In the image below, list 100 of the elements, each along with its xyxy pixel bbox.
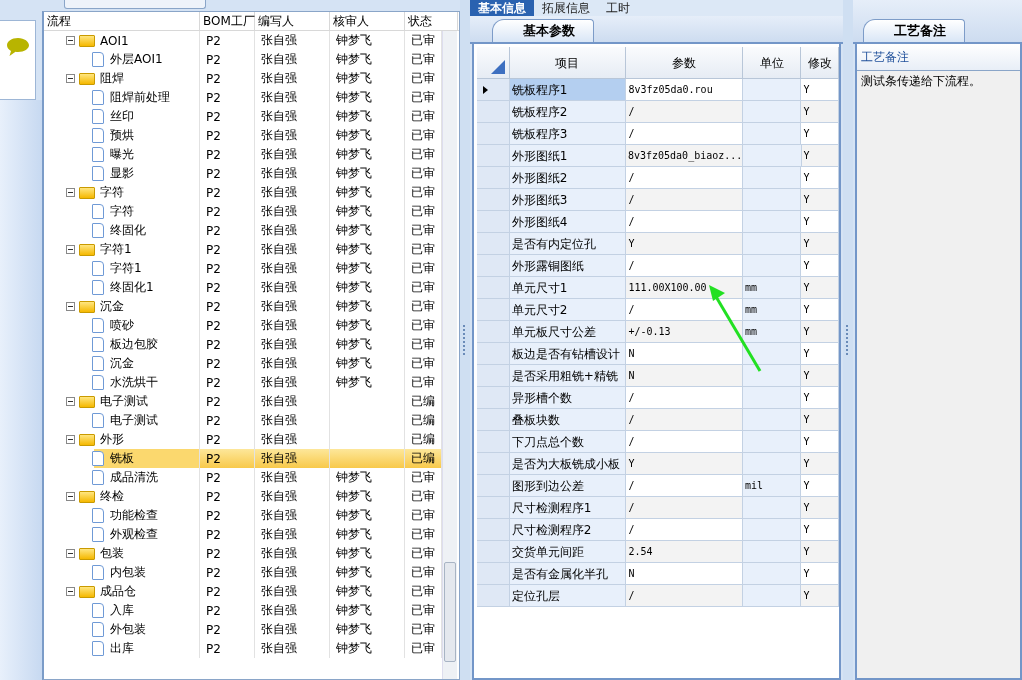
tree-node-label[interactable]: 电子测试: [100, 393, 148, 410]
column-header[interactable]: 项目: [509, 47, 627, 79]
tree-node-label[interactable]: 字符: [100, 184, 124, 201]
grid-row[interactable]: 异形槽个数 / Y: [477, 387, 839, 409]
collapse-icon[interactable]: [66, 36, 75, 45]
tree-node-label[interactable]: 沉金: [110, 355, 134, 372]
tree-row[interactable]: 电子测试 P2 张自强 已编: [44, 392, 442, 411]
collapse-icon[interactable]: [66, 492, 75, 501]
tree-row[interactable]: 内包装 P2 张自强 钟梦飞 已审: [44, 563, 442, 582]
collapse-icon[interactable]: [66, 188, 75, 197]
tree-row[interactable]: 包装 P2 张自强 钟梦飞 已审: [44, 544, 442, 563]
tree-row[interactable]: 字符1 P2 张自强 钟梦飞 已审: [44, 259, 442, 278]
splitter-handle[interactable]: [462, 325, 468, 355]
tree-row[interactable]: 出库 P2 张自强 钟梦飞 已审: [44, 639, 442, 658]
tree-node-label[interactable]: 成品清洗: [110, 469, 158, 486]
tree-node-label[interactable]: 内包装: [110, 564, 146, 581]
tree-node-label[interactable]: AOI1: [100, 33, 129, 48]
collapse-icon[interactable]: [66, 435, 75, 444]
tree-node-label[interactable]: 成品仓: [100, 583, 136, 600]
scrollbar-thumb[interactable]: [444, 562, 456, 662]
tree-row[interactable]: 外层AOI1 P2 张自强 钟梦飞 已审: [44, 50, 442, 69]
grid-row[interactable]: 尺寸检测程序2 / Y: [477, 519, 839, 541]
tree-node-label[interactable]: 外包装: [110, 621, 146, 638]
collapse-icon[interactable]: [66, 74, 75, 83]
grid-row[interactable]: 铣板程序3 / Y: [477, 123, 839, 145]
column-header[interactable]: 编写人: [255, 12, 330, 30]
tree-row[interactable]: 沉金 P2 张自强 钟梦飞 已审: [44, 354, 442, 373]
tree-row[interactable]: 沉金 P2 张自强 钟梦飞 已审: [44, 297, 442, 316]
tree-node-label[interactable]: 字符: [110, 203, 134, 220]
tree-row[interactable]: 喷砂 P2 张自强 钟梦飞 已审: [44, 316, 442, 335]
tree-row[interactable]: 字符 P2 张自强 钟梦飞 已审: [44, 202, 442, 221]
grid-row[interactable]: 外形图纸1 8v3fz05da0_biaoz... Y: [477, 145, 839, 167]
tree-row[interactable]: 阻焊 P2 张自强 钟梦飞 已审: [44, 69, 442, 88]
column-header[interactable]: 参数: [626, 47, 744, 79]
tree-row[interactable]: 功能检查 P2 张自强 钟梦飞 已审: [44, 506, 442, 525]
collapse-icon[interactable]: [66, 302, 75, 311]
tree-node-label[interactable]: 字符1: [110, 260, 142, 277]
tree-row[interactable]: 板边包胶 P2 张自强 钟梦飞 已审: [44, 335, 442, 354]
tab[interactable]: 基本信息: [470, 0, 534, 16]
chat-icon[interactable]: [5, 37, 30, 57]
tree-node-label[interactable]: 曝光: [110, 146, 134, 163]
tree-node-label[interactable]: 外形: [100, 431, 124, 448]
grid-row[interactable]: 外形图纸4 / Y: [477, 211, 839, 233]
tree-node-label[interactable]: 终固化1: [110, 279, 154, 296]
grid-row[interactable]: 是否为大板铣成小板 Y Y: [477, 453, 839, 475]
grid-row[interactable]: 下刀点总个数 / Y: [477, 431, 839, 453]
tree-node-label[interactable]: 丝印: [110, 108, 134, 125]
column-header[interactable]: 流程: [44, 12, 200, 30]
row-header[interactable]: [477, 79, 510, 101]
collapse-icon[interactable]: [66, 245, 75, 254]
tree-row[interactable]: 水洗烘干 P2 张自强 钟梦飞 已审: [44, 373, 442, 392]
tree-node-label[interactable]: 沉金: [100, 298, 124, 315]
tree-node-label[interactable]: 外观检查: [110, 526, 158, 543]
grid-row[interactable]: 外形图纸2 / Y: [477, 167, 839, 189]
tree-node-label[interactable]: 阻焊: [100, 70, 124, 87]
tree-row[interactable]: 预烘 P2 张自强 钟梦飞 已审: [44, 126, 442, 145]
grid-row[interactable]: 铣板程序1 8v3fz05da0.rou Y: [477, 79, 839, 101]
tree-row[interactable]: 外包装 P2 张自强 钟梦飞 已审: [44, 620, 442, 639]
collapse-icon[interactable]: [66, 587, 75, 596]
scrollbar[interactable]: [442, 31, 457, 679]
grid-row[interactable]: 交货单元间距 2.54 Y: [477, 541, 839, 563]
grid-row[interactable]: 外形露铜图纸 / Y: [477, 255, 839, 277]
tree-row[interactable]: 曝光 P2 张自强 钟梦飞 已审: [44, 145, 442, 164]
tab[interactable]: 工时: [598, 0, 638, 16]
tree-node-label[interactable]: 终检: [100, 488, 124, 505]
grid-row[interactable]: 尺寸检测程序1 / Y: [477, 497, 839, 519]
tree-row[interactable]: 字符1 P2 张自强 钟梦飞 已审: [44, 240, 442, 259]
column-header[interactable]: 单位: [743, 47, 802, 79]
tree-row[interactable]: 终检 P2 张自强 钟梦飞 已审: [44, 487, 442, 506]
grid-row[interactable]: 定位孔层 / Y: [477, 585, 839, 607]
column-header[interactable]: 状态: [405, 12, 458, 30]
column-header[interactable]: 修改: [801, 47, 839, 79]
tree-row[interactable]: 丝印 P2 张自强 钟梦飞 已审: [44, 107, 442, 126]
grid-row[interactable]: 铣板程序2 / Y: [477, 101, 839, 123]
grid-row[interactable]: 叠板块数 / Y: [477, 409, 839, 431]
collapse-icon[interactable]: [66, 549, 75, 558]
tree-row[interactable]: 外观检查 P2 张自强 钟梦飞 已审: [44, 525, 442, 544]
tree-row[interactable]: 终固化1 P2 张自强 钟梦飞 已审: [44, 278, 442, 297]
tree-node-label[interactable]: 显影: [110, 165, 134, 182]
grid-row[interactable]: 是否有内定位孔 Y Y: [477, 233, 839, 255]
tree-row[interactable]: 显影 P2 张自强 钟梦飞 已审: [44, 164, 442, 183]
splitter-handle[interactable]: [845, 325, 851, 355]
section-tab[interactable]: 基本参数: [492, 19, 594, 42]
tree-node-label[interactable]: 终固化: [110, 222, 146, 239]
tree-node-label[interactable]: 阻焊前处理: [110, 89, 170, 106]
tree-row[interactable]: 成品清洗 P2 张自强 钟梦飞 已审: [44, 468, 442, 487]
grid-row[interactable]: 外形图纸3 / Y: [477, 189, 839, 211]
tree-node-label[interactable]: 喷砂: [110, 317, 134, 334]
grid-row[interactable]: 是否采用粗铣+精铣 N Y: [477, 365, 839, 387]
tree-node-label[interactable]: 铣板: [110, 450, 134, 467]
tree-node-label[interactable]: 入库: [110, 602, 134, 619]
tree-row[interactable]: 电子测试 P2 张自强 已编: [44, 411, 442, 430]
tab[interactable]: 拓展信息: [534, 0, 598, 16]
title-tab[interactable]: [64, 0, 206, 9]
tree-row[interactable]: 阻焊前处理 P2 张自强 钟梦飞 已审: [44, 88, 442, 107]
tree-node-label[interactable]: 出库: [110, 640, 134, 657]
tree-row[interactable]: 成品仓 P2 张自强 钟梦飞 已审: [44, 582, 442, 601]
tree-node-label[interactable]: 水洗烘干: [110, 374, 158, 391]
grid-row[interactable]: 单元板尺寸公差 +/-0.13 mm Y: [477, 321, 839, 343]
grid-row[interactable]: 图形到边公差 / mil Y: [477, 475, 839, 497]
